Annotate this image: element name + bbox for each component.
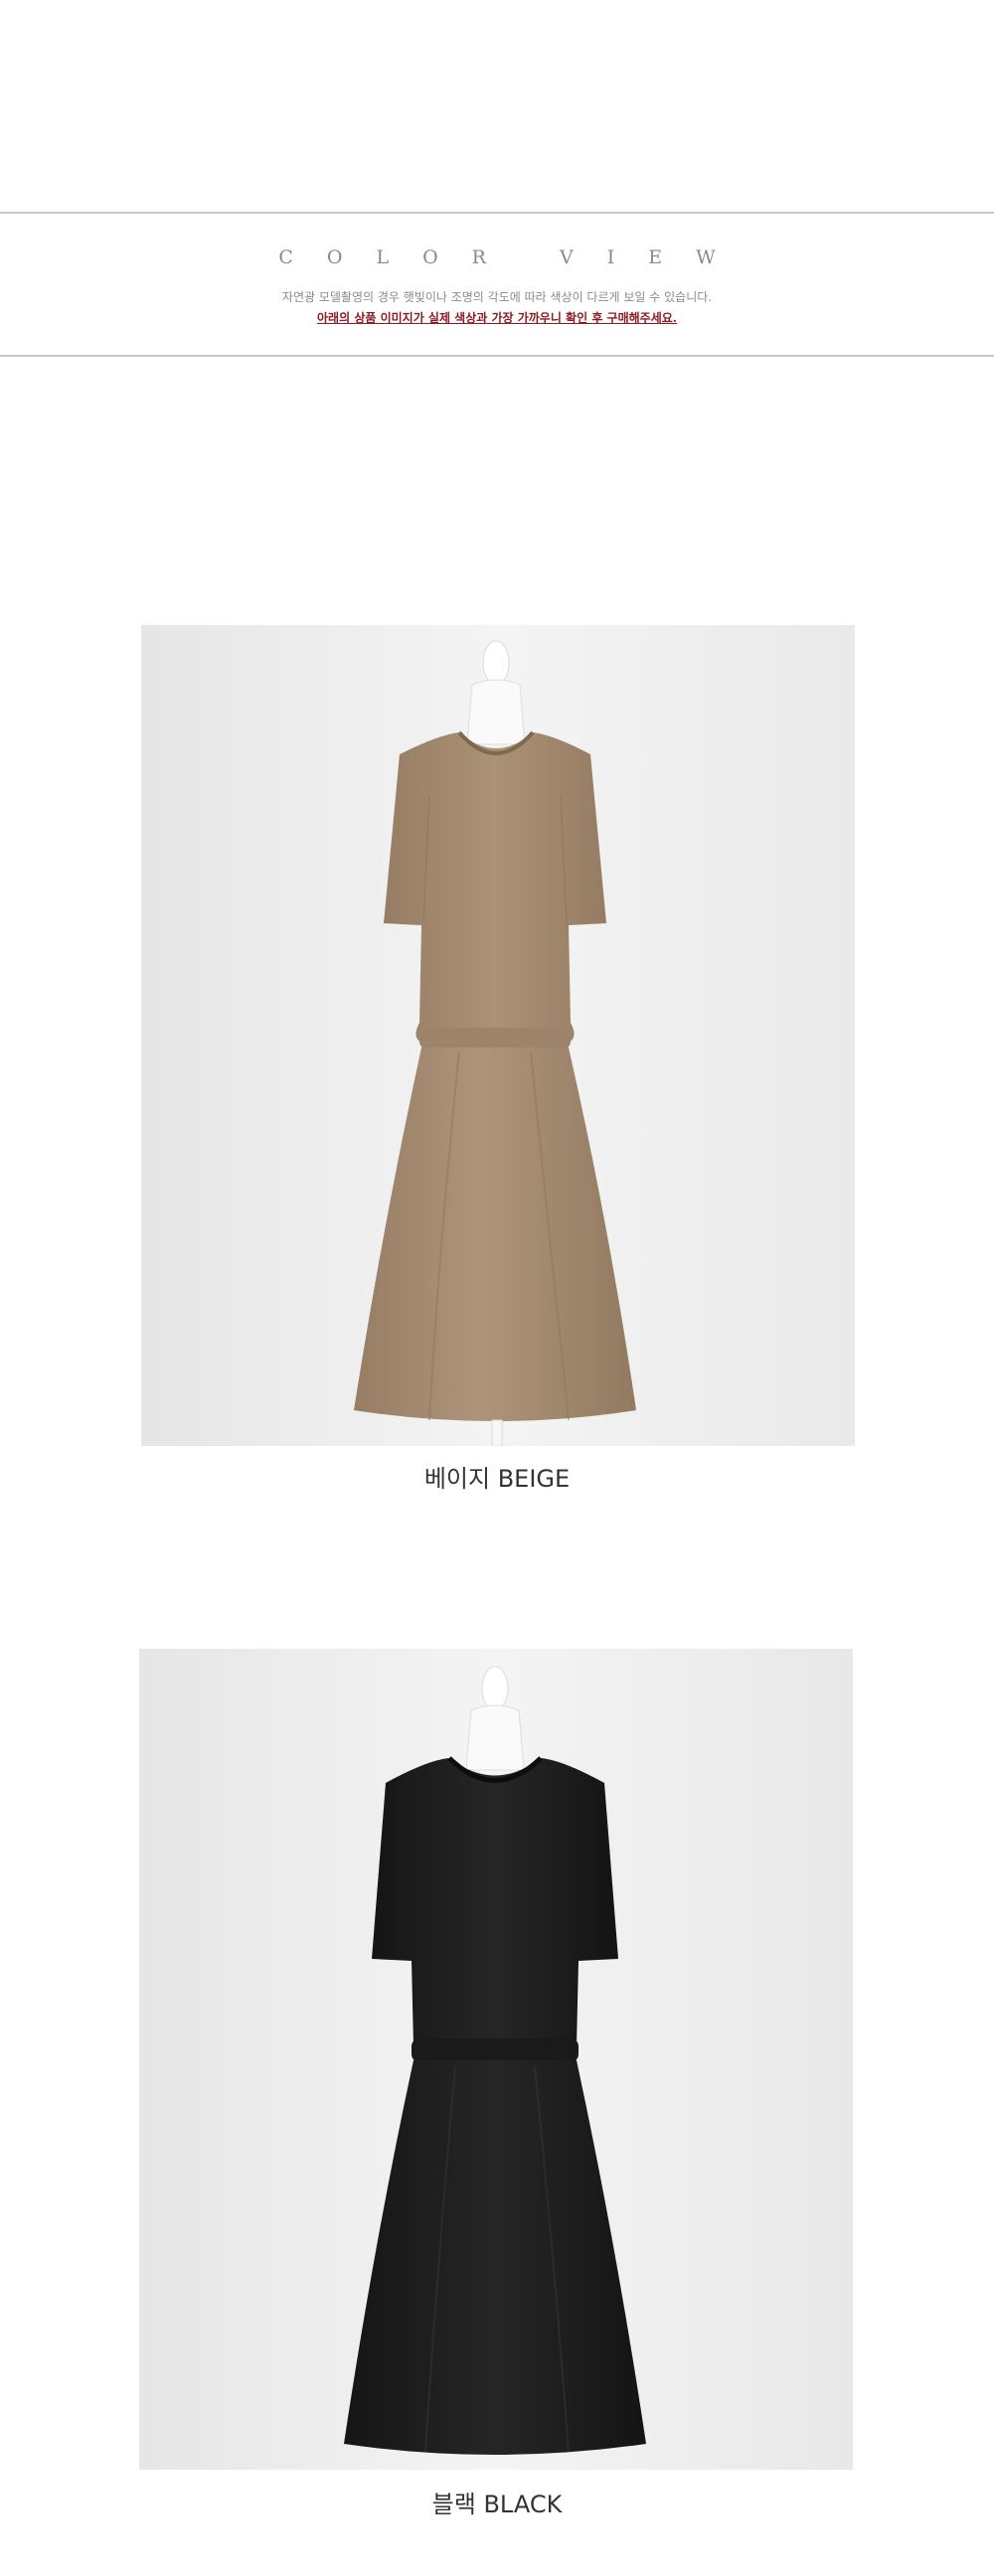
color-warning: 아래의 상품 이미지가 실제 색상과 가장 가까우니 확인 후 구매해주세요. (0, 309, 994, 326)
top-divider (0, 212, 994, 214)
product-caption-beige: 베이지 BEIGE (423, 1465, 571, 1493)
black-outfit-illustration (139, 1649, 853, 2470)
product-photo-black (139, 1649, 853, 2470)
beige-outfit-illustration (141, 625, 855, 1446)
bottom-divider (0, 355, 994, 357)
color-warning-text: 아래의 상품 이미지가 실제 색상과 가장 가까우니 확인 후 구매해주세요. (317, 311, 677, 325)
product-caption-black: 블랙 BLACK (431, 2491, 563, 2518)
section-title: COLOR VIEW (278, 246, 749, 268)
product-photo-beige (141, 625, 855, 1446)
color-notice: 자연광 모델촬영의 경우 햇빛이나 조명의 각도에 따라 색상이 다르게 보일 … (281, 290, 713, 304)
